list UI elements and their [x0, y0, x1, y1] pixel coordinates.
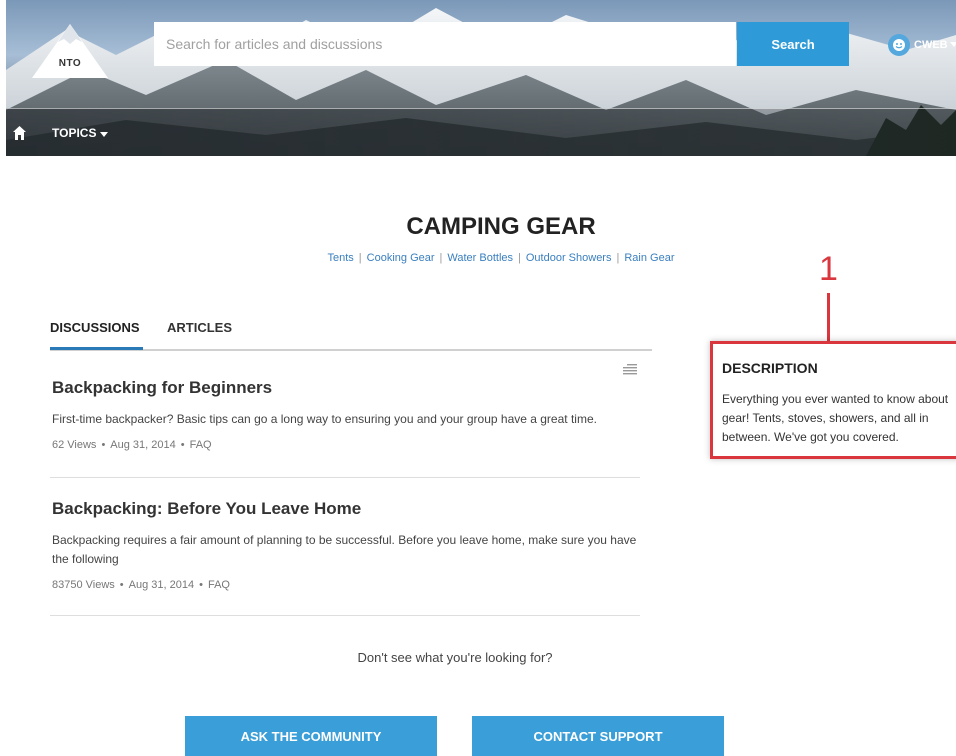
- page-title: CAMPING GEAR: [406, 213, 596, 240]
- user-name: CWEB: [914, 39, 948, 51]
- item-meta: 83750 Views • Aug 31, 2014 • FAQ: [52, 579, 230, 591]
- separator: |: [518, 252, 521, 264]
- item-date: Aug 31, 2014: [110, 439, 176, 451]
- list-item: Backpacking: Before You Leave Home Backp…: [52, 499, 642, 591]
- view-count: 83750 Views: [52, 579, 115, 591]
- topics-label: TOPICS: [52, 126, 97, 140]
- user-menu[interactable]: CWEB: [888, 34, 956, 56]
- description-text: Everything you ever wanted to know about…: [722, 392, 949, 444]
- item-date: Aug 31, 2014: [128, 579, 195, 591]
- subtopic-link-cooking-gear[interactable]: Cooking Gear: [367, 252, 435, 264]
- divider: [50, 615, 640, 616]
- separator: |: [358, 252, 362, 264]
- active-tab-indicator: [50, 347, 143, 350]
- item-body: First-time backpacker? Basic tips can go…: [52, 412, 597, 426]
- subtopic-link-water-bottles[interactable]: Water Bottles: [447, 252, 513, 264]
- contact-support-button[interactable]: CONTACT SUPPORT: [472, 716, 724, 756]
- item-type: FAQ: [207, 579, 230, 591]
- subtopic-link-rain-gear[interactable]: Rain Gear: [624, 252, 674, 264]
- list-item: Backpacking for Beginners First-time bac…: [52, 378, 642, 451]
- home-icon[interactable]: [13, 126, 26, 140]
- chevron-down-icon: [949, 42, 956, 47]
- callout-number: 1: [819, 250, 838, 288]
- header-banner: NTO Search CWEB TOPICS: [6, 0, 956, 156]
- caret-down-icon: [99, 132, 108, 137]
- user-avatar-icon: [888, 34, 910, 56]
- nto-logo[interactable]: NTO: [30, 22, 110, 80]
- logo-text: NTO: [58, 58, 82, 69]
- separator: |: [616, 252, 620, 264]
- filter-sort-icon[interactable]: [623, 364, 637, 375]
- item-title[interactable]: Backpacking: Before You Leave Home: [52, 499, 642, 519]
- item-type: FAQ: [189, 439, 212, 451]
- item-title[interactable]: Backpacking for Beginners: [52, 378, 642, 398]
- subtopic-links: Tents | Cooking Gear | Water Bottles | Outdoor…: [0, 252, 956, 264]
- not-found-text: Don't see what you're looking for?: [357, 650, 553, 665]
- description-panel: DESCRIPTION Everything you ever wanted t…: [710, 341, 956, 459]
- view-count: 62 Views: [52, 439, 97, 451]
- nav-bar: TOPICS: [6, 108, 956, 156]
- subtopic-link-outdoor-showers[interactable]: Outdoor Showers: [526, 252, 612, 264]
- topics-menu[interactable]: TOPICS: [52, 126, 108, 140]
- description-title: DESCRIPTION: [722, 360, 818, 376]
- divider: [50, 477, 640, 478]
- search-input[interactable]: [154, 22, 736, 66]
- feed-tabs: DISCUSSIONS ARTICLES: [50, 320, 652, 352]
- search-button[interactable]: Search: [737, 22, 849, 66]
- tab-articles[interactable]: ARTICLES: [167, 320, 232, 335]
- item-meta: 62 Views • Aug 31, 2014 • FAQ: [52, 439, 212, 451]
- tab-discussions[interactable]: DISCUSSIONS: [50, 320, 140, 335]
- nto-logo-mountain-icon: [32, 24, 108, 78]
- item-body: Backpacking requires a fair amount of pl…: [52, 533, 637, 566]
- callout-line: [827, 293, 830, 343]
- ask-community-button[interactable]: ASK THE COMMUNITY: [185, 716, 437, 756]
- subtopic-link-tents[interactable]: Tents: [328, 252, 354, 264]
- separator: |: [439, 252, 443, 264]
